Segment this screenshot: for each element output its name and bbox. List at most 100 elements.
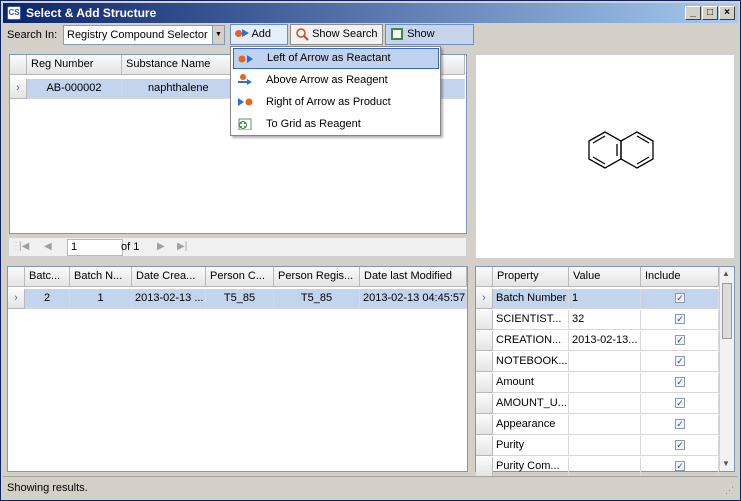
- row-selector-arrow-icon[interactable]: ›: [8, 289, 25, 309]
- cell-value[interactable]: [569, 394, 641, 414]
- cell-value[interactable]: [569, 352, 641, 372]
- cell-include: ✓: [641, 373, 719, 393]
- batch-grid: Batc... Batch N... Date Crea... Person C…: [7, 266, 468, 472]
- column-header-reg-number[interactable]: Reg Number: [27, 55, 122, 75]
- menu-item-right-of-arrow-product[interactable]: Right of Arrow as Product: [233, 92, 439, 113]
- row-header[interactable]: [476, 436, 493, 456]
- include-checkbox[interactable]: ✓: [675, 314, 685, 324]
- column-header-person-created[interactable]: Person C...: [206, 267, 274, 287]
- first-page-icon[interactable]: |◀: [19, 241, 29, 252]
- add-icon: [235, 30, 242, 37]
- window-title: Select & Add Structure: [26, 6, 157, 20]
- include-checkbox[interactable]: ✓: [675, 377, 685, 387]
- cell-date-last-modified[interactable]: 2013-02-13 04:45:57: [360, 289, 467, 309]
- scroll-thumb[interactable]: [722, 283, 732, 339]
- vertical-scrollbar[interactable]: ▲ ▼: [719, 267, 734, 471]
- cell-value[interactable]: [569, 415, 641, 435]
- cell-person-created[interactable]: T5_85: [206, 289, 274, 309]
- row-header[interactable]: [476, 457, 493, 477]
- column-header-date-created[interactable]: Date Crea...: [132, 267, 206, 287]
- page-number-input[interactable]: 1: [67, 239, 123, 256]
- status-text: Showing results.: [7, 482, 88, 494]
- next-page-icon[interactable]: ▶: [157, 241, 165, 252]
- show-search-label: Show Search: [312, 28, 378, 40]
- cell-property[interactable]: Amount: [493, 373, 569, 393]
- include-checkbox[interactable]: ✓: [675, 419, 685, 429]
- show-results-button[interactable]: Show Results: [385, 24, 474, 59]
- row-header[interactable]: [476, 394, 493, 414]
- show-search-button[interactable]: Show Search: [290, 24, 383, 45]
- search-in-label: Search In:: [7, 29, 58, 41]
- prev-page-icon[interactable]: ◀: [44, 241, 52, 252]
- cell-value[interactable]: [569, 457, 641, 477]
- cell-value[interactable]: 2013-02-13...: [569, 331, 641, 351]
- column-header-batch-number[interactable]: Batch N...: [70, 267, 132, 287]
- include-checkbox[interactable]: ✓: [675, 461, 685, 471]
- select-add-structure-window: CS Select & Add Structure _ □ × Search I…: [0, 0, 741, 501]
- include-checkbox[interactable]: ✓: [675, 293, 685, 303]
- cell-date-created[interactable]: 2013-02-13 ...: [132, 289, 206, 309]
- cell-include: ✓: [641, 436, 719, 456]
- cell-property[interactable]: AMOUNT_U...: [493, 394, 569, 414]
- menu-item-label: Right of Arrow as Product: [266, 96, 391, 108]
- cell-batch-number[interactable]: 1: [70, 289, 132, 309]
- column-header-value[interactable]: Value: [569, 267, 641, 287]
- cell-value[interactable]: [569, 436, 641, 456]
- include-checkbox[interactable]: ✓: [675, 356, 685, 366]
- cell-include: ✓: [641, 331, 719, 351]
- row-selector-arrow-icon[interactable]: ›: [476, 289, 493, 309]
- cell-include: ✓: [641, 352, 719, 372]
- cell-property[interactable]: CREATION...: [493, 331, 569, 351]
- cell-include: ✓: [641, 415, 719, 435]
- title-bar: CS Select & Add Structure _ □ ×: [3, 3, 738, 23]
- column-header-property[interactable]: Property: [493, 267, 569, 287]
- include-checkbox[interactable]: ✓: [675, 440, 685, 450]
- column-header-batch[interactable]: Batc...: [25, 267, 70, 287]
- cell-property[interactable]: NOTEBOOK...: [493, 352, 569, 372]
- maximize-button[interactable]: □: [702, 6, 718, 20]
- cell-value[interactable]: [569, 373, 641, 393]
- include-checkbox[interactable]: ✓: [675, 398, 685, 408]
- menu-item-to-grid-reagent[interactable]: To Grid as Reagent: [233, 114, 439, 135]
- page-count-label: of 1: [121, 241, 140, 253]
- row-header[interactable]: [476, 373, 493, 393]
- minimize-button[interactable]: _: [685, 6, 701, 20]
- results-icon: [391, 28, 403, 41]
- last-page-icon[interactable]: ▶|: [177, 241, 187, 252]
- cell-include: ✓: [641, 310, 719, 330]
- cell-property[interactable]: Appearance: [493, 415, 569, 435]
- cell-batch[interactable]: 2: [25, 289, 70, 309]
- toolbar: Search In: Registry Compound Selector ▼ …: [3, 24, 738, 59]
- menu-item-above-arrow-reagent[interactable]: Above Arrow as Reagent: [233, 70, 439, 91]
- scroll-down-icon[interactable]: ▼: [722, 459, 730, 468]
- cell-property[interactable]: SCIENTIST...: [493, 310, 569, 330]
- menu-item-label: To Grid as Reagent: [266, 118, 361, 130]
- scroll-up-icon[interactable]: ▲: [722, 269, 730, 278]
- close-button[interactable]: ×: [719, 6, 735, 20]
- row-header[interactable]: [476, 331, 493, 351]
- column-header-date-last-modified[interactable]: Date last Modified: [360, 267, 467, 287]
- add-label: Add: [251, 28, 272, 40]
- add-button[interactable]: Add ▼: [230, 24, 288, 58]
- cell-property[interactable]: Purity: [493, 436, 569, 456]
- row-header[interactable]: [476, 310, 493, 330]
- include-checkbox[interactable]: ✓: [675, 335, 685, 345]
- menu-item-left-of-arrow-reactant[interactable]: Left of Arrow as Reactant: [233, 48, 439, 69]
- chevron-down-icon[interactable]: ▼: [212, 26, 224, 44]
- cell-property[interactable]: Purity Com...: [493, 457, 569, 477]
- cell-include: ✓: [641, 394, 719, 414]
- row-header[interactable]: [476, 415, 493, 435]
- cell-include: ✓: [641, 289, 719, 309]
- cell-reg-number[interactable]: AB-000002: [27, 79, 122, 99]
- cell-value[interactable]: 1: [569, 289, 641, 309]
- column-header-person-registered[interactable]: Person Regis...: [274, 267, 360, 287]
- resize-grip-icon[interactable]: ⋰: [725, 485, 734, 496]
- row-header[interactable]: [476, 352, 493, 372]
- structure-preview: [475, 54, 735, 259]
- row-selector-arrow-icon[interactable]: ›: [10, 79, 27, 99]
- cell-value[interactable]: 32: [569, 310, 641, 330]
- column-header-include[interactable]: Include: [641, 267, 719, 287]
- cell-person-registered[interactable]: T5_85: [274, 289, 360, 309]
- cell-property[interactable]: Batch Number: [493, 289, 569, 309]
- search-in-combo[interactable]: Registry Compound Selector ▼: [63, 25, 225, 45]
